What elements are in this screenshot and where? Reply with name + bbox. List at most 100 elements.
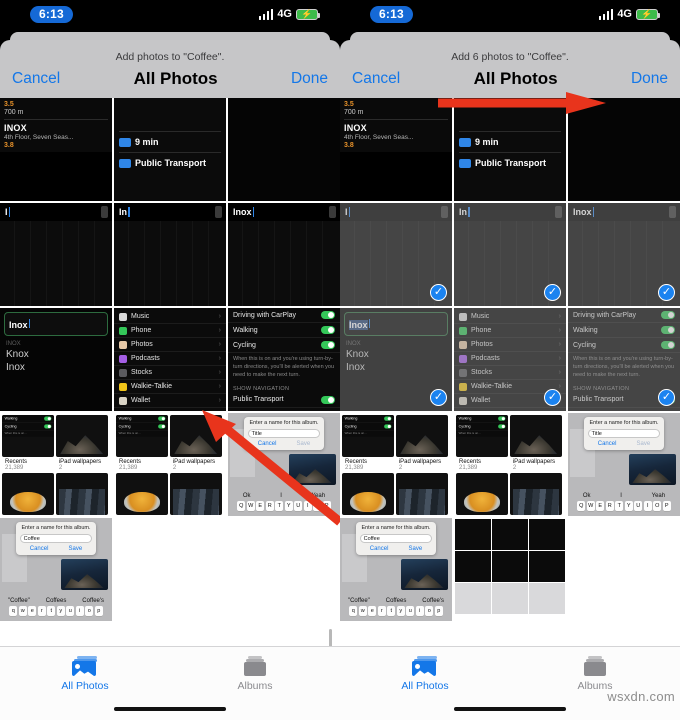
- photo-thumbnail[interactable]: Music › Phone › Photos › Podcasts › Stocks › …: [114, 308, 226, 411]
- photo-thumbnail-selected[interactable]: Driving with CarPlay Walking Cycling Whe…: [568, 308, 680, 411]
- photo-thumbnail[interactable]: 3.5 700 m INOX 4th Floor, Seven Seas... …: [0, 98, 112, 201]
- album-name-field[interactable]: Coffee: [359, 534, 433, 544]
- photo-thumbnail[interactable]: [568, 98, 680, 201]
- stepper-icon: [669, 206, 676, 218]
- tab-all-photos[interactable]: All Photos: [340, 656, 510, 692]
- dialog-save-button[interactable]: Save: [409, 546, 423, 552]
- suggestion[interactable]: Coffee's: [422, 598, 444, 604]
- suggestion[interactable]: Yeah: [652, 493, 665, 499]
- photo-thumbnail[interactable]: 9 min Public Transport: [454, 98, 566, 201]
- settings-item-label: Photos: [471, 341, 493, 348]
- settings-item-label: Stocks: [471, 369, 493, 376]
- album-name-field[interactable]: Title: [247, 429, 321, 439]
- suggestion[interactable]: "Coffee": [8, 598, 30, 604]
- photo-thumbnail-selected[interactable]: Inox INOX Knox Inox ✓: [340, 308, 452, 411]
- suggestion[interactable]: I: [280, 493, 282, 499]
- photo-thumbnail[interactable]: WalkingCyclingWhen this is on…Public Tra…: [454, 413, 566, 516]
- done-button[interactable]: Done: [291, 70, 328, 88]
- photo-thumbnail[interactable]: Inox INOX Knox Inox: [0, 308, 112, 411]
- dialog-cancel-button[interactable]: Cancel: [258, 441, 277, 447]
- photos-icon: [412, 656, 438, 677]
- suggestion[interactable]: Coffees: [386, 598, 407, 604]
- suggestion[interactable]: Coffees: [46, 598, 67, 604]
- album-name-field[interactable]: Coffee: [19, 534, 93, 544]
- dialog-cancel-button[interactable]: Cancel: [598, 441, 617, 447]
- cancel-button[interactable]: Cancel: [352, 70, 400, 88]
- page-title: All Photos: [473, 69, 558, 88]
- photo-thumbnail[interactable]: In: [114, 203, 226, 306]
- photo-thumbnail[interactable]: WalkingCyclingWhen this is on…Public Tra…: [340, 413, 452, 516]
- dialog-cancel-button[interactable]: Cancel: [370, 546, 389, 552]
- dialog-title: Enter a name for this album.: [249, 420, 319, 427]
- photo-thumbnail[interactable]: WalkingCyclingWhen this is on…Public Tra…: [114, 413, 226, 516]
- distance-label: 700 m: [344, 109, 364, 116]
- album-title: iPad wallpapers: [172, 459, 216, 465]
- keyboard-row: QWERTYUIOP: [228, 500, 340, 516]
- photo-thumbnail[interactable]: WalkingCyclingWhen this is on…Public Tra…: [0, 413, 112, 516]
- toggle-label: Walking: [233, 326, 258, 334]
- selection-checkmark[interactable]: ✓: [658, 284, 675, 301]
- results-section-label: INOX: [6, 341, 21, 347]
- toggle-label: Public Transport: [573, 396, 624, 404]
- photo-thumbnail[interactable]: Enter a name for this album. Coffee Canc…: [0, 518, 112, 621]
- settings-item-label: Walkie-Talkie: [131, 383, 172, 390]
- suggestion[interactable]: Coffee's: [82, 598, 104, 604]
- dialog-save-button[interactable]: Save: [637, 441, 651, 447]
- toggle-label: Cycling: [573, 341, 596, 349]
- cancel-button[interactable]: Cancel: [12, 70, 60, 88]
- preview-image: [60, 559, 108, 591]
- status-bar: 6:13 4G ⚡: [0, 0, 340, 28]
- photo-thumbnail-selected[interactable]: I ✓: [340, 203, 452, 306]
- phone-screen-before: 6:13 4G ⚡ Add photos to "Coffee". Cancel…: [0, 0, 340, 720]
- photo-thumbnail-selected[interactable]: In ✓: [454, 203, 566, 306]
- album-title: iPad wallpapers: [398, 459, 442, 465]
- selection-checkmark[interactable]: ✓: [430, 284, 447, 301]
- sheet-header: Add photos to "Coffee". Cancel All Photo…: [0, 40, 340, 98]
- tab-albums[interactable]: Albums: [170, 656, 340, 692]
- photo-thumbnail-selected[interactable]: Inox ✓: [568, 203, 680, 306]
- tab-albums[interactable]: Albums: [510, 656, 680, 692]
- settings-item-label: Wallet: [131, 397, 151, 404]
- toggle-label: Driving with CarPlay: [233, 311, 297, 319]
- dialog-save-button[interactable]: Save: [69, 546, 83, 552]
- typed-text: Inox: [573, 207, 592, 217]
- status-bar: 6:13 4G ⚡: [340, 0, 680, 28]
- selection-checkmark[interactable]: ✓: [544, 389, 561, 406]
- albums-icon: [243, 656, 267, 677]
- photo-thumbnail[interactable]: 3.5 700 m INOX 4th Floor, Seven Seas... …: [340, 98, 452, 201]
- toggle-section-header: SHOW NAVIGATION: [233, 385, 290, 392]
- photo-thumbnail[interactable]: 9 min Public Transport: [114, 98, 226, 201]
- suggestion[interactable]: "Coffee": [348, 598, 370, 604]
- settings-list: Music › Phone › Photos › Podcasts › Stocks › …: [114, 308, 226, 411]
- done-button[interactable]: Done: [631, 70, 668, 88]
- battery-charging-icon: ⚡: [636, 8, 660, 20]
- photo-thumbnail[interactable]: Driving with CarPlay Walking Cycling Whe…: [228, 308, 340, 411]
- photo-thumbnail-selected[interactable]: Music › Phone › Photos › Podcasts › Stocks › …: [454, 308, 566, 411]
- photo-thumbnail[interactable]: Enter a name for this album. Coffee Canc…: [340, 518, 452, 621]
- photo-thumbnail[interactable]: Enter a name for this album. Title Cance…: [228, 413, 340, 516]
- navigation-bar: Cancel All Photos Done: [0, 67, 340, 98]
- photo-grid-row: WalkingCyclingWhen this is on…Public Tra…: [340, 413, 680, 516]
- network-type-label: 4G: [277, 8, 292, 20]
- suggestion[interactable]: Ok: [583, 493, 591, 499]
- tab-all-photos[interactable]: All Photos: [0, 656, 170, 692]
- suggestion[interactable]: I: [620, 493, 622, 499]
- photo-thumbnail[interactable]: Enter a name for this album. Title Cance…: [568, 413, 680, 516]
- home-indicator: [114, 707, 226, 711]
- selection-checkmark[interactable]: ✓: [430, 389, 447, 406]
- photo-thumbnail[interactable]: [228, 98, 340, 201]
- typed-text: Inox: [233, 207, 252, 217]
- photo-grid-row: WalkingCyclingWhen this is on…Public Tra…: [0, 413, 340, 516]
- photo-thumbnail[interactable]: Inox: [228, 203, 340, 306]
- toggle-note: When this is on and you're using turn-by…: [233, 356, 335, 378]
- dialog-cancel-button[interactable]: Cancel: [30, 546, 49, 552]
- album-name-field[interactable]: Title: [587, 429, 661, 439]
- photo-thumbnail[interactable]: [454, 518, 566, 621]
- suggestion[interactable]: Ok: [243, 493, 251, 499]
- suggestion[interactable]: Yeah: [312, 493, 325, 499]
- photo-thumbnail[interactable]: I: [0, 203, 112, 306]
- selection-checkmark[interactable]: ✓: [544, 284, 561, 301]
- tab-label: Albums: [237, 680, 273, 692]
- selection-checkmark[interactable]: ✓: [658, 389, 675, 406]
- dialog-save-button[interactable]: Save: [297, 441, 311, 447]
